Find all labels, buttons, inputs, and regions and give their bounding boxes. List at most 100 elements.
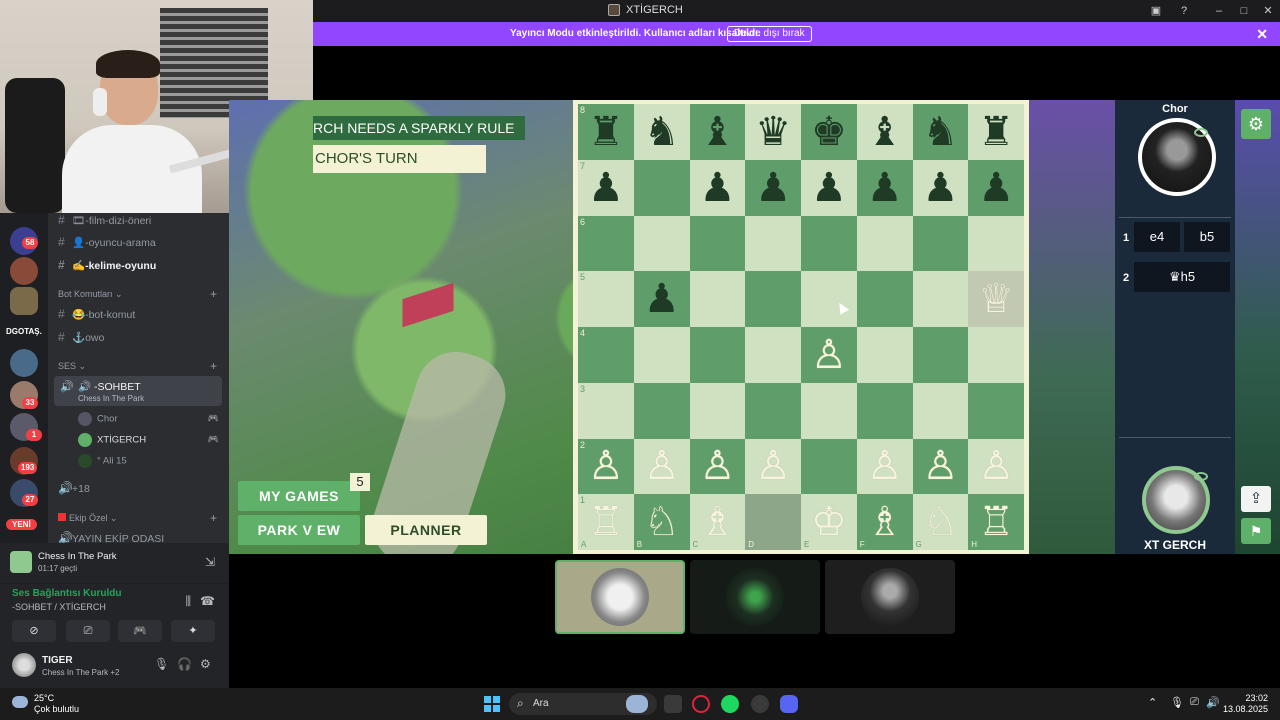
board-square-b2[interactable]: ♙ <box>633 438 690 495</box>
move-black[interactable]: b5 <box>1184 222 1230 252</box>
chess-piece[interactable]: ♟ <box>811 168 847 208</box>
chess-piece[interactable]: ♕ <box>978 279 1014 319</box>
chess-piece[interactable]: ♗ <box>699 502 735 542</box>
board-square-a8[interactable]: 8 ♜ <box>578 104 634 160</box>
chess-piece[interactable]: ♔ <box>811 502 847 542</box>
board-square-e7[interactable]: ♟ <box>801 159 857 216</box>
chevron-up-icon[interactable]: ⌃ <box>1148 696 1157 709</box>
channel-item[interactable]: # 👤-oyuncu-arama <box>58 235 156 249</box>
board-square-h4[interactable] <box>968 327 1024 383</box>
chess-piece[interactable]: ♖ <box>588 502 624 542</box>
more-users-item[interactable]: 🔊+18 <box>58 481 90 495</box>
board-square-a5[interactable]: 5 <box>578 271 634 327</box>
board-square-e4[interactable]: ♙ <box>801 327 857 383</box>
chess-piece[interactable]: ♖ <box>978 502 1014 542</box>
chess-piece[interactable]: ♛ <box>755 112 791 152</box>
chess-piece[interactable]: ♟ <box>978 168 1014 208</box>
chess-piece[interactable]: ♚ <box>811 112 847 152</box>
chess-piece[interactable]: ♝ <box>867 112 903 152</box>
board-square-e1[interactable]: E ♔ <box>801 494 857 550</box>
chess-piece[interactable]: ♗ <box>867 502 903 542</box>
chess-piece[interactable]: ♝ <box>699 112 735 152</box>
chess-piece[interactable]: ♙ <box>922 446 958 486</box>
category-voice[interactable]: SES ⌄ <box>58 361 86 372</box>
activity-gamepad-icon[interactable]: 🎮 <box>118 620 162 642</box>
board-square-f1[interactable]: F ♗ <box>856 494 913 550</box>
board-square-f3[interactable] <box>856 382 913 439</box>
chess-piece[interactable]: ♜ <box>588 112 624 152</box>
board-square-e3[interactable] <box>801 382 857 439</box>
flag-icon[interactable]: ⚑ <box>1241 518 1271 544</box>
board-square-a1[interactable]: 1 A ♖ <box>578 494 634 550</box>
participant-tile[interactable] <box>690 560 820 634</box>
channel-item[interactable]: # ⚓owo <box>58 330 104 344</box>
voice-user[interactable]: ° Ali 15 <box>78 454 127 468</box>
channel-item[interactable]: # 😂-bot-komut <box>58 307 135 321</box>
display-icon[interactable]: ⎚ <box>1190 696 1199 709</box>
server-icon[interactable] <box>10 287 38 315</box>
board-square-c6[interactable] <box>689 215 746 272</box>
pip-icon[interactable]: ▣ <box>1147 2 1165 20</box>
board-square-d8[interactable]: ♛ <box>745 104 801 160</box>
maximize-button[interactable]: □ <box>1235 2 1253 20</box>
board-square-c8[interactable]: ♝ <box>689 104 746 160</box>
board-square-h8[interactable]: ♜ <box>968 104 1024 160</box>
server-icon[interactable] <box>10 349 38 377</box>
chess-piece[interactable]: ♟ <box>755 168 791 208</box>
widget-icon[interactable] <box>626 695 648 713</box>
minimize-button[interactable]: – <box>1210 2 1228 20</box>
board-square-g3[interactable] <box>912 382 969 439</box>
chess-piece[interactable]: ♙ <box>811 335 847 375</box>
board-square-g2[interactable]: ♙ <box>912 438 969 495</box>
steam-icon[interactable] <box>751 695 769 713</box>
board-square-d2[interactable]: ♙ <box>745 438 801 495</box>
share-icon[interactable]: ⇪ <box>1241 486 1271 512</box>
soundboard-icon[interactable]: ⫼ <box>185 594 191 609</box>
clock[interactable]: 23:02 13.08.2025 <box>1223 693 1268 715</box>
chess-piece[interactable]: ♙ <box>699 446 735 486</box>
spotify-icon[interactable] <box>721 695 739 713</box>
sparkle-icon[interactable]: ✦ <box>171 620 215 642</box>
voice-user[interactable]: Chor <box>78 412 118 426</box>
board-square-b5[interactable]: ♟ <box>633 271 690 327</box>
headphones-icon[interactable]: 🎧 <box>177 657 192 671</box>
voice-user[interactable]: XTİGERCH <box>78 433 146 447</box>
move-white[interactable]: ♛h5 <box>1134 262 1230 292</box>
chess-piece[interactable]: ♘ <box>644 502 680 542</box>
board-square-h2[interactable]: ♙ <box>968 438 1024 495</box>
board-square-b6[interactable] <box>633 215 690 272</box>
board-square-h7[interactable]: ♟ <box>968 159 1024 216</box>
category-team[interactable]: Ekip Özel ⌄ <box>58 513 118 524</box>
board-square-e8[interactable]: ♚ <box>801 104 857 160</box>
board-square-a7[interactable]: 7 ♟ <box>578 159 634 216</box>
chess-piece[interactable]: ♜ <box>978 112 1014 152</box>
board-square-e6[interactable] <box>801 215 857 272</box>
board-square-h6[interactable] <box>968 215 1024 272</box>
board-square-c4[interactable] <box>689 327 746 383</box>
my-games-button[interactable]: MY GAMES <box>238 481 360 511</box>
board-square-g8[interactable]: ♞ <box>912 104 969 160</box>
chess-piece[interactable]: ♙ <box>978 446 1014 486</box>
chess-piece[interactable]: ♙ <box>644 446 680 486</box>
board-square-c2[interactable]: ♙ <box>689 438 746 495</box>
mic-tray-icon[interactable]: 🎙 <box>1170 696 1184 709</box>
chess-piece[interactable]: ♞ <box>644 112 680 152</box>
close-window-button[interactable]: ✕ <box>1259 2 1277 20</box>
participant-tile[interactable] <box>825 560 955 634</box>
board-square-e5[interactable] <box>801 271 857 327</box>
add-channel-icon[interactable]: + <box>210 287 217 301</box>
voice-channel-active[interactable]: 🔊 🔊 -SOHBET Chess In The Park <box>54 376 222 406</box>
screen-share-icon[interactable]: ⎚ <box>66 620 110 642</box>
chess-piece[interactable]: ♙ <box>755 446 791 486</box>
board-square-g1[interactable]: G ♘ <box>912 494 969 550</box>
volume-icon[interactable]: 🔊 <box>1206 696 1220 709</box>
board-square-h3[interactable] <box>968 382 1024 439</box>
board-square-c5[interactable] <box>689 271 746 327</box>
settings-gear-icon[interactable]: ⚙ <box>1241 109 1271 139</box>
board-square-a2[interactable]: 2 ♙ <box>578 438 634 495</box>
help-icon[interactable]: ? <box>1175 2 1193 20</box>
board-square-d3[interactable] <box>745 382 801 439</box>
server-icon[interactable] <box>10 257 38 285</box>
channel-item-active[interactable]: # ✍-kelime-oyunu <box>58 258 156 272</box>
chess-piece[interactable]: ♟ <box>588 168 624 208</box>
